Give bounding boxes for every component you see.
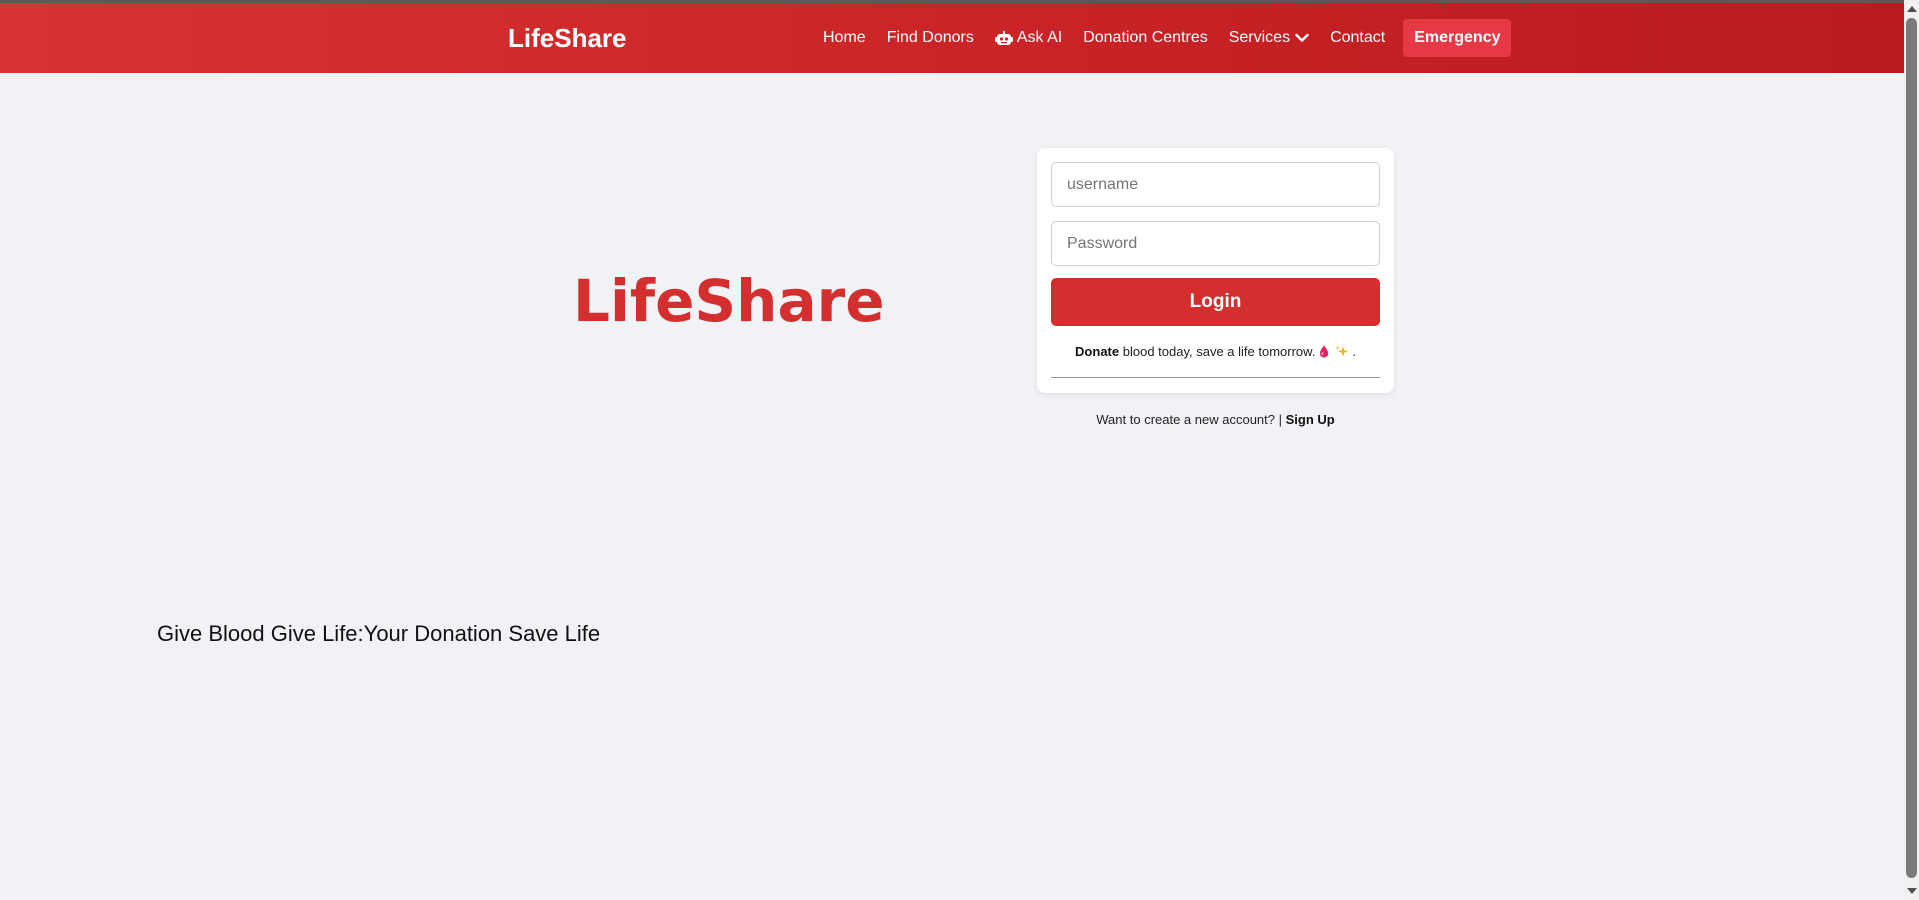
scroll-thumb[interactable] <box>1906 18 1917 878</box>
sparkles-icon <box>1335 345 1348 357</box>
nav-link-label: Donation Centres <box>1083 29 1208 46</box>
nav-link-home[interactable]: Home <box>823 28 866 48</box>
donate-tagline: Donate blood today, save a life tomorrow… <box>1037 344 1394 359</box>
nav-link-find-donors[interactable]: Find Donors <box>887 28 974 48</box>
scroll-up-arrow-icon[interactable] <box>1907 6 1917 12</box>
nav-link-label: Find Donors <box>886 29 974 46</box>
chevron-down-icon <box>1295 33 1309 42</box>
blood-drop-icon <box>1319 345 1329 358</box>
password-input[interactable] <box>1051 221 1380 266</box>
tagline-text: blood today, save a life tomorrow. <box>1122 344 1316 359</box>
card-divider <box>1051 377 1380 378</box>
top-navbar: LifeShare Home Find Donors Ask AI Donati… <box>0 0 1904 73</box>
tagline-bold: Donate <box>1075 344 1120 359</box>
robot-icon <box>994 30 1013 45</box>
nav-link-ask-ai[interactable]: Ask AI <box>994 28 1063 48</box>
nav-link-label: Contact <box>1330 29 1386 46</box>
nav-link-donation-centres[interactable]: Donation Centres <box>1083 28 1208 48</box>
scroll-down-arrow-icon[interactable] <box>1907 888 1917 894</box>
signup-prompt-text: Want to create a new account? | <box>1096 412 1282 427</box>
login-card: Login Donate blood today, save a life to… <box>1037 148 1394 393</box>
hero-logo: LifeShare <box>573 267 885 335</box>
username-input[interactable] <box>1051 162 1380 207</box>
nav-link-label: Ask AI <box>1016 29 1063 46</box>
login-button[interactable]: Login <box>1051 278 1380 326</box>
nav-links: Home Find Donors Ask AI Donation Centres… <box>823 19 1512 57</box>
navbar-brand[interactable]: LifeShare <box>508 23 627 53</box>
nav-link-label: Home <box>823 29 866 46</box>
signup-link[interactable]: Sign Up <box>1286 412 1335 427</box>
signup-prompt: Want to create a new account? | Sign Up <box>1037 412 1394 427</box>
nav-link-contact[interactable]: Contact <box>1330 28 1385 48</box>
tagline-end: . <box>1352 344 1356 359</box>
page-scrollbar[interactable] <box>1904 0 1919 900</box>
nav-link-label: Services <box>1228 29 1291 46</box>
emergency-button[interactable]: Emergency <box>1403 19 1512 57</box>
hero-slogan: Give Blood Give Life:Your Donation Save … <box>157 621 601 646</box>
nav-link-services[interactable]: Services <box>1229 28 1309 48</box>
